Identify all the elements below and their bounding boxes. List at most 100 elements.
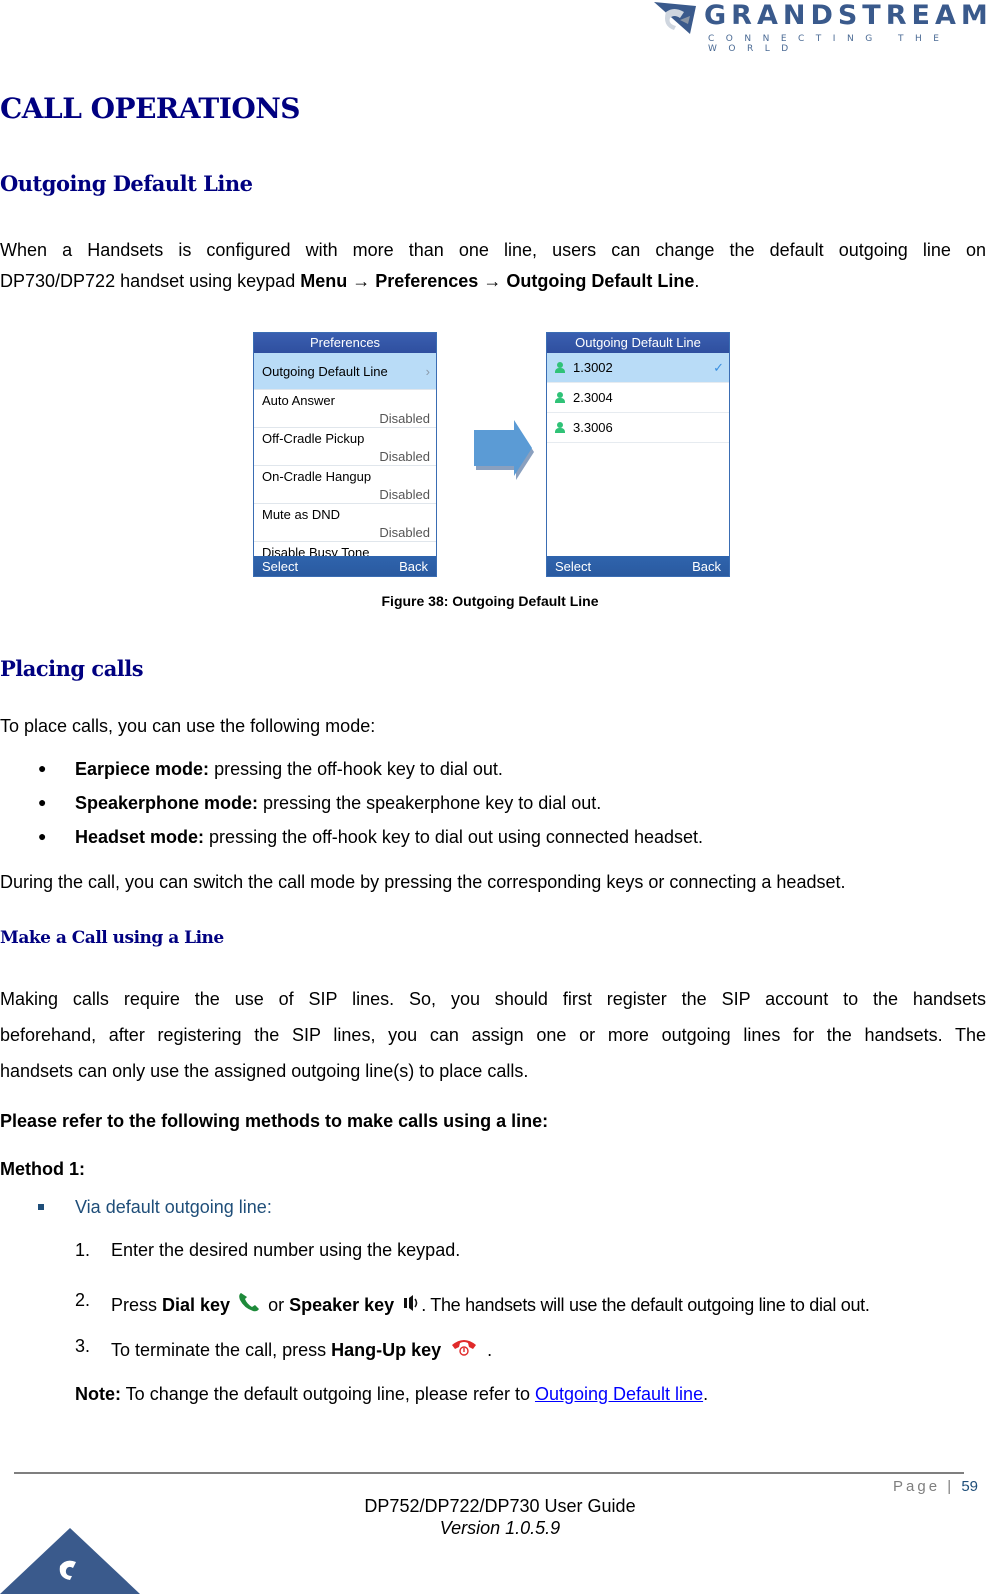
outgoing-default-line-link[interactable]: Outgoing Default line	[535, 1384, 703, 1404]
method1-sublabel: Via default outgoing line:	[75, 1197, 272, 1217]
step-2-number: 2.	[75, 1290, 91, 1310]
hangup-key-label: Hang-Up key	[331, 1340, 442, 1360]
text: To terminate the call, press	[111, 1340, 332, 1360]
bullet-icon: ●	[38, 760, 47, 776]
brand-tagline: CONNECTING THE WORLD	[708, 34, 951, 54]
placing-calls-intro: To place calls, you can use the followin…	[0, 716, 376, 736]
mode-label: Headset mode:	[75, 827, 205, 847]
footer-version: Version 1.0.5.9	[439, 1518, 561, 1538]
mode-desc: pressing the off-hook key to dial out.	[209, 759, 503, 779]
page-number: Page | 59	[893, 1478, 978, 1495]
menu-path-menu: Menu	[300, 271, 348, 291]
line-item-3[interactable]: 3.3006	[547, 413, 729, 443]
section-heading-outgoing-default-line: Outgoing Default Line	[0, 171, 253, 196]
section-heading-placing-calls: Placing calls	[0, 656, 144, 681]
step-2-text: Press Dial key or Speaker key . The hand…	[111, 1291, 870, 1314]
account-icon	[555, 422, 565, 433]
menu-item-off-cradle-pickup[interactable]: Off-Cradle Pickup Disabled	[254, 428, 436, 466]
section-heading-make-a-call: Make a Call using a Line	[0, 928, 224, 948]
mode-desc: pressing the off-hook key to dial out us…	[204, 827, 704, 847]
step-1-number: 1.	[75, 1240, 91, 1260]
text: or	[263, 1295, 290, 1315]
step-3-text: To terminate the call, press Hang-Up key…	[111, 1337, 492, 1359]
text: DP730/DP722 handset using keypad	[0, 271, 301, 291]
page-number-value: 59	[961, 1478, 978, 1495]
outgoing-default-line-screen: Outgoing Default Line 1.3002 ✓ 2.3004 3.…	[546, 332, 730, 577]
line-item-2[interactable]: 2.3004	[547, 383, 729, 413]
square-bullet-icon	[38, 1204, 44, 1210]
mode-text: Earpiece mode: pressing the off-hook key…	[75, 760, 503, 778]
step-1-text: Enter the desired number using the keypa…	[111, 1240, 461, 1260]
softkey-bar: Select Back	[254, 556, 436, 576]
account-icon	[555, 362, 565, 373]
line-item-1[interactable]: 1.3002 ✓	[547, 353, 729, 383]
placing-calls-outro: During the call, you can switch the call…	[0, 872, 846, 892]
softkey-select[interactable]: Select	[262, 556, 298, 576]
screen-title: Outgoing Default Line	[547, 333, 729, 353]
menu-item-label: Mute as DND	[262, 507, 341, 522]
methods-intro: Please refer to the following methods to…	[0, 1112, 548, 1130]
speaker-key-icon	[404, 1295, 418, 1311]
text: . The handsets will use the default outg…	[421, 1295, 870, 1315]
make-call-para-line2: beforehand, after registering the SIP li…	[0, 1025, 986, 1045]
note: Note: To change the default outgoing lin…	[75, 1385, 708, 1403]
menu-path-target: Outgoing Default Line	[506, 271, 695, 291]
menu-item-auto-answer[interactable]: Auto Answer Disabled	[254, 390, 436, 428]
arrow-right-icon	[474, 420, 534, 480]
brand-logo: GRANDSTREAM CONNECTING THE WORLD	[650, 0, 993, 54]
softkey-bar: Select Back	[547, 556, 729, 576]
mode-desc: pressing the speakerphone key to dial ou…	[258, 793, 602, 813]
footer-divider	[14, 1472, 964, 1474]
menu-item-value: Disabled	[379, 525, 430, 540]
paragraph-outgoing-line1: When a Handsets is configured with more …	[0, 240, 986, 260]
line-label: 3.3006	[573, 420, 613, 435]
menu-item-value: Disabled	[379, 411, 430, 426]
paragraph-outgoing-line2: DP730/DP722 handset using keypad Menu → …	[0, 272, 699, 290]
menu-item-outgoing-default-line[interactable]: Outgoing Default Line ›	[254, 353, 436, 390]
mode-text: Speakerphone mode: pressing the speakerp…	[75, 794, 601, 812]
dial-key-icon	[239, 1293, 260, 1312]
softkey-select[interactable]: Select	[555, 556, 591, 576]
bullet-icon: ●	[38, 794, 47, 810]
footer-logo-icon	[0, 1528, 140, 1594]
softkey-back[interactable]: Back	[692, 556, 721, 576]
period: .	[694, 271, 700, 291]
page-label: Page |	[893, 1478, 955, 1495]
menu-item-label: Off-Cradle Pickup	[262, 431, 365, 446]
dial-key-label: Dial key	[162, 1295, 231, 1315]
grandstream-logo-icon	[654, 2, 696, 34]
mode-text: Headset mode: pressing the off-hook key …	[75, 828, 703, 846]
menu-item-label: Outgoing Default Line	[262, 364, 388, 379]
check-icon: ✓	[713, 360, 724, 375]
line-label: 1.3002	[573, 360, 613, 375]
account-icon	[555, 392, 565, 403]
brand-name: GRANDSTREAM	[704, 0, 993, 31]
text: Press	[111, 1295, 163, 1315]
figure-caption: Figure 38: Outgoing Default Line	[381, 593, 599, 609]
menu-item-on-cradle-hangup[interactable]: On-Cradle Hangup Disabled	[254, 466, 436, 504]
speaker-key-label: Speaker key	[289, 1295, 395, 1315]
menu-item-value: Disabled	[379, 449, 430, 464]
screen-title: Preferences	[254, 333, 436, 353]
hangup-key-icon	[452, 1340, 477, 1356]
menu-item-value: Disabled	[379, 487, 430, 502]
mode-label: Earpiece mode:	[75, 759, 210, 779]
softkey-back[interactable]: Back	[399, 556, 428, 576]
note-label: Note:	[75, 1384, 121, 1404]
bullet-icon: ●	[38, 828, 47, 844]
method1-label-text: Method 1:	[0, 1159, 85, 1179]
make-call-para-line3: handsets can only use the assigned outgo…	[0, 1061, 529, 1081]
menu-item-label: Auto Answer	[262, 393, 335, 408]
note-text: To change the default outgoing line, ple…	[121, 1384, 535, 1404]
chevron-right-icon: ›	[425, 364, 430, 379]
preferences-screen: Preferences Outgoing Default Line › Auto…	[253, 332, 437, 577]
period: .	[703, 1384, 709, 1404]
arrow-bold: →	[483, 271, 502, 291]
menu-item-mute-as-dnd[interactable]: Mute as DND Disabled	[254, 504, 436, 542]
make-call-para-line1: Making calls require the use of SIP line…	[0, 989, 986, 1009]
mode-label: Speakerphone mode:	[75, 793, 259, 813]
page-title: CALL OPERATIONS	[0, 92, 301, 125]
menu-item-label: On-Cradle Hangup	[262, 469, 372, 484]
line-label: 2.3004	[573, 390, 613, 405]
method1-label: Method 1:	[0, 1160, 85, 1178]
